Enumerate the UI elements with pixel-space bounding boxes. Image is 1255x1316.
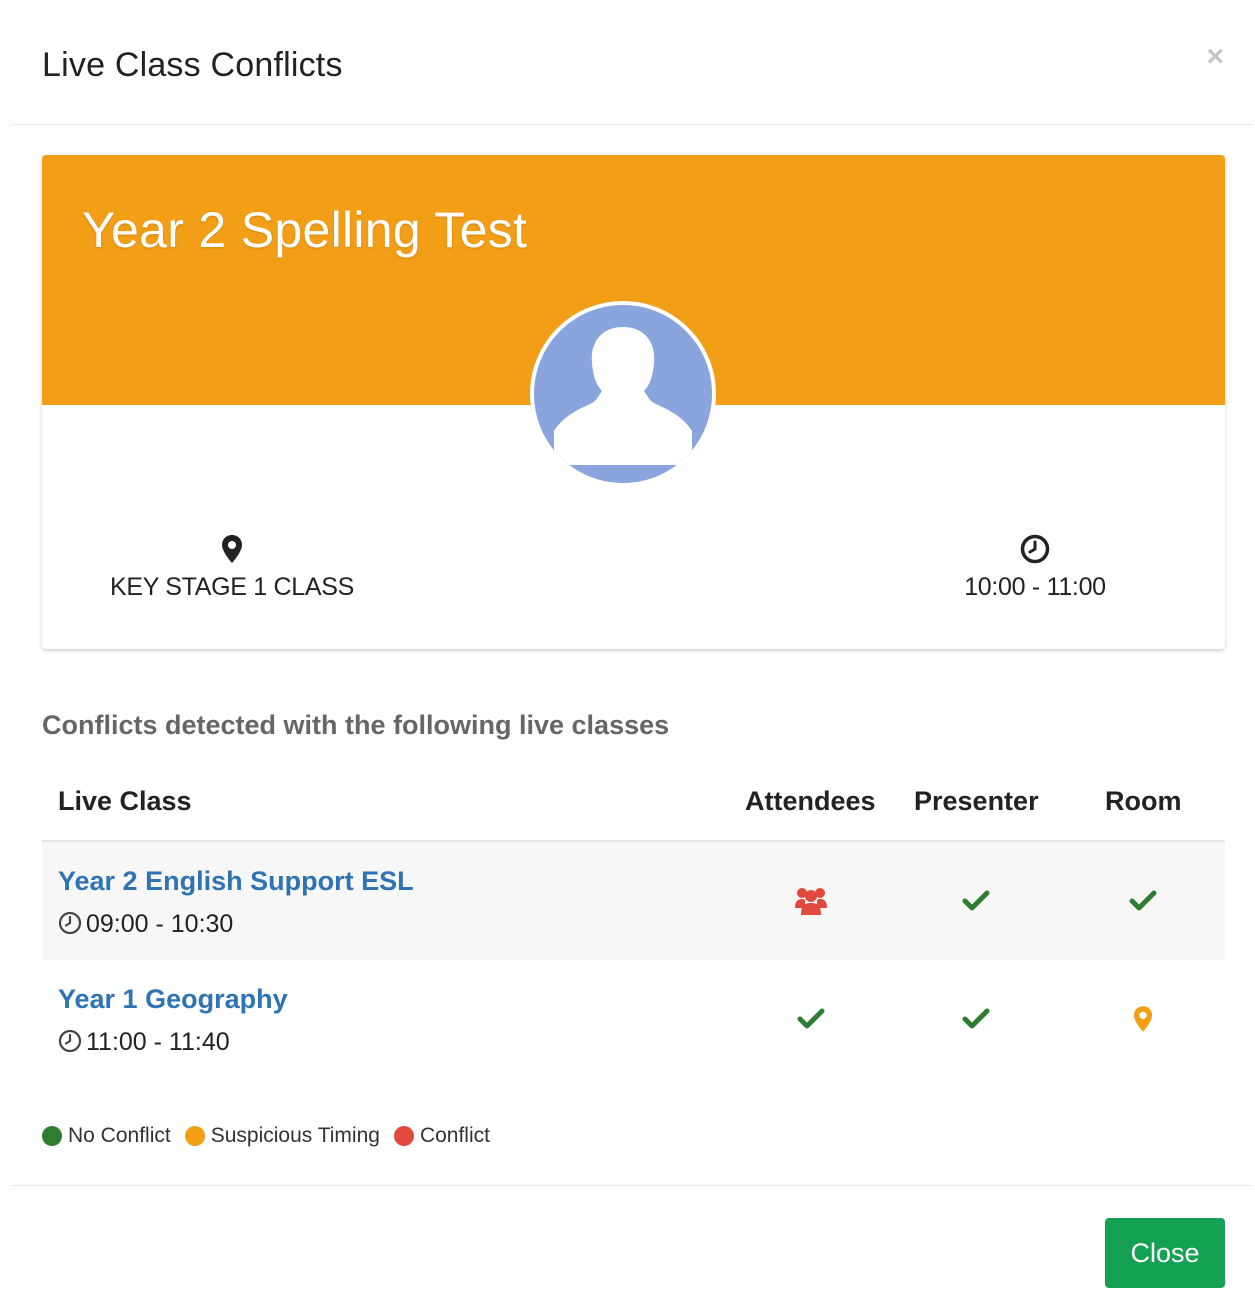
footer-divider [12,1185,1253,1186]
close-button[interactable]: Close [1105,1218,1225,1288]
check-icon [1129,890,1157,911]
avatar [530,301,716,487]
conflicts-heading: Conflicts detected with the following li… [42,710,670,740]
check-icon [962,1008,990,1029]
room-status [1103,842,1183,960]
check-icon [797,1008,825,1029]
status-legend: No Conflict Suspicious Timing Conflict [42,1124,504,1148]
column-header-live-class: Live Class [58,786,192,816]
legend-no-conflict: No Conflict [42,1124,171,1148]
green-dot-icon [42,1126,62,1146]
legend-suspicious-timing: Suspicious Timing [184,1124,380,1148]
modal-header: Live Class Conflicts × [0,0,1255,126]
table-row: Year 2 English Support ESL 09:00 - 10:30 [42,842,1225,960]
row-time: 09:00 - 10:30 [58,910,233,939]
users-conflict-icon [795,888,827,915]
legend-label: Conflict [419,1124,490,1147]
row-time-text: 11:00 - 11:40 [86,1028,230,1056]
map-marker-icon [222,535,242,563]
check-icon [962,890,990,911]
presenter-status [936,960,1016,1078]
live-class-link[interactable]: Year 1 Geography [58,984,288,1015]
location-text: KEY STAGE 1 CLASS [109,573,355,601]
clock-icon [58,1029,82,1053]
live-class-link[interactable]: Year 2 English Support ESL [58,866,414,897]
column-header-attendees: Attendees [745,786,876,816]
card-title: Year 2 Spelling Test [82,202,528,258]
attendees-status [771,960,851,1078]
legend-conflict: Conflict [393,1124,490,1148]
table-row: Year 1 Geography 11:00 - 11:40 [42,960,1225,1078]
table-header: Live Class Attendees Presenter Room [42,780,1225,842]
map-marker-suspicious-icon [1133,1006,1153,1032]
card-time: 10:00 - 11:00 [875,533,1195,602]
card-location: KEY STAGE 1 CLASS [72,533,392,602]
live-class-conflicts-modal: Live Class Conflicts × Year 2 Spelling T… [0,0,1255,1316]
close-icon[interactable]: × [1206,42,1224,72]
presenter-status [936,842,1016,960]
row-time-text: 09:00 - 10:30 [86,910,234,938]
attendees-status [771,842,851,960]
column-header-room: Room [1105,786,1182,816]
legend-label: Suspicious Timing [210,1124,380,1147]
red-dot-icon [393,1126,414,1146]
clock-icon [1020,534,1050,564]
conflicts-table: Live Class Attendees Presenter Room Year… [42,780,1225,1078]
room-status [1103,960,1183,1078]
user-silhouette-icon [534,305,712,483]
header-divider [12,124,1253,125]
legend-label: No Conflict [68,1124,171,1147]
clock-icon [58,911,82,935]
modal-title: Live Class Conflicts [42,46,343,84]
orange-dot-icon [184,1126,205,1146]
row-time: 11:00 - 11:40 [58,1028,230,1057]
live-class-card: Year 2 Spelling Test KEY STAGE 1 CLASS 1… [42,155,1225,649]
column-header-presenter: Presenter [914,786,1039,816]
time-text: 10:00 - 11:00 [964,573,1106,601]
